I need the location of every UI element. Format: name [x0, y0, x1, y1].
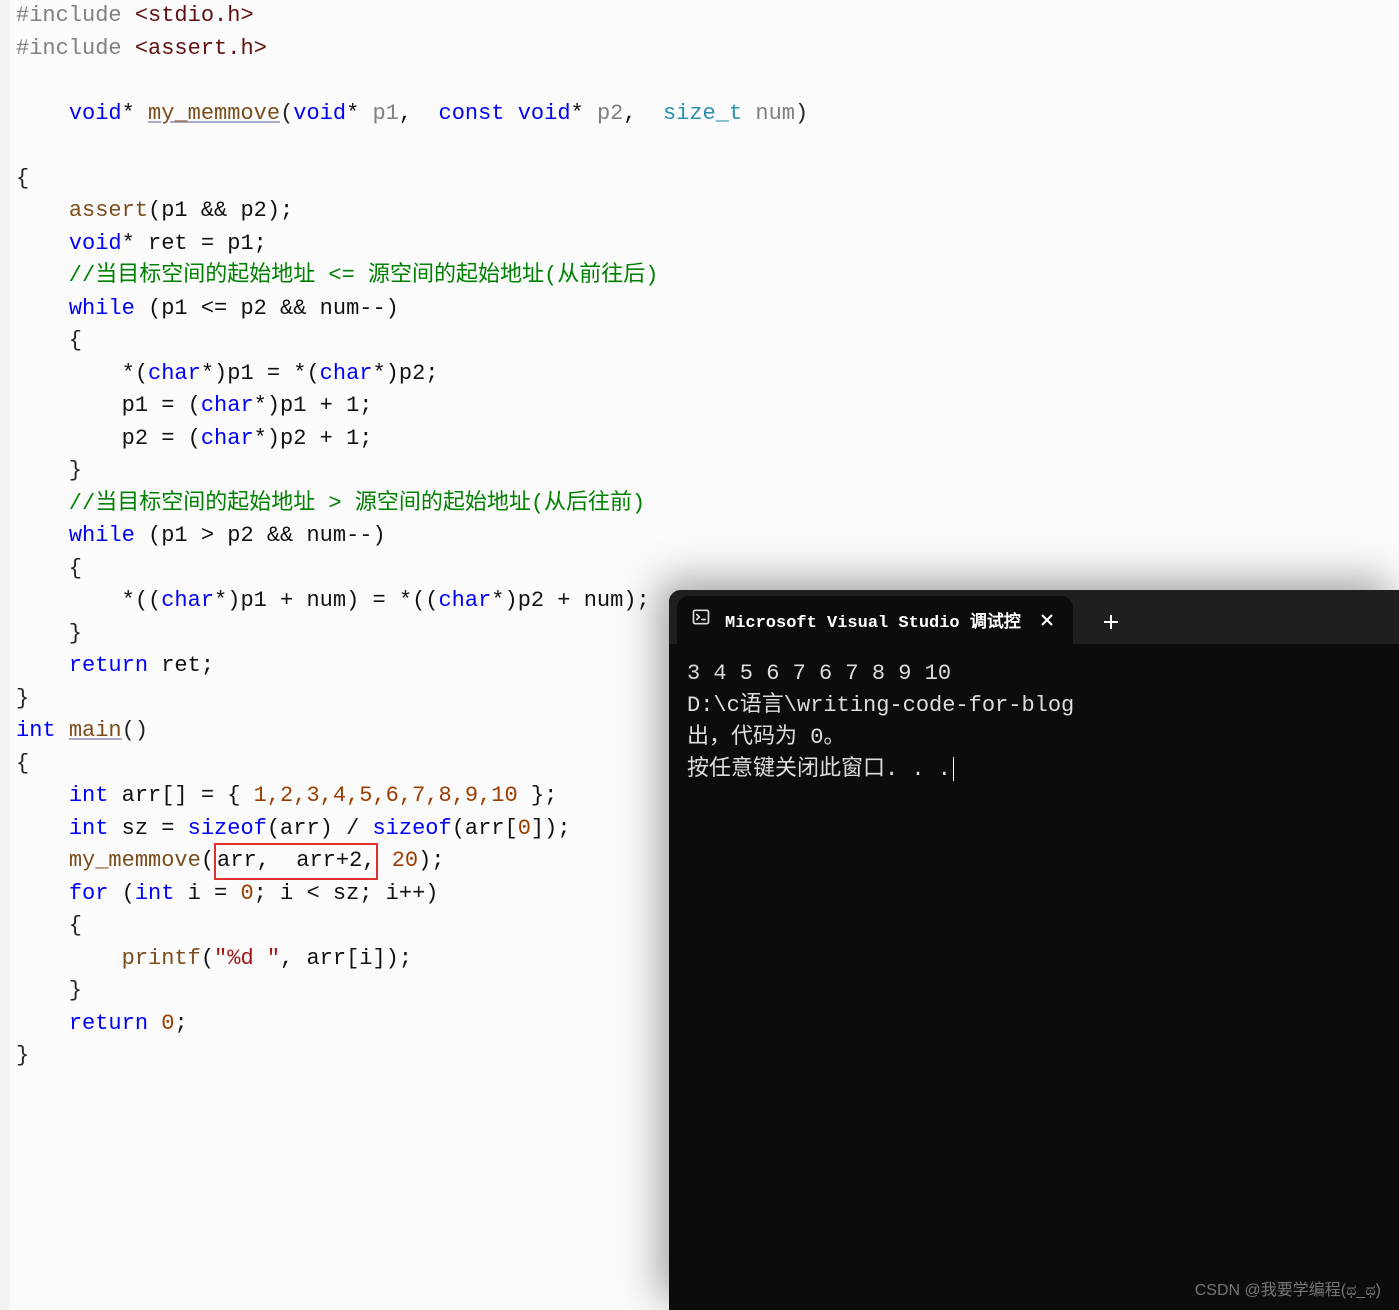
comment-line: //当目标空间的起始地址 <= 源空间的起始地址(从前往后) [16, 260, 1399, 293]
close-tab-button[interactable] [1035, 608, 1059, 632]
terminal-icon [691, 607, 711, 633]
editor-gutter [0, 0, 10, 1310]
highlighted-args: arr, arr+2, [214, 843, 378, 880]
terminal-line: D:\c语言\writing-code-for-blog [687, 690, 1381, 722]
function-name: main [69, 718, 122, 743]
function-name: my_memmove [148, 101, 280, 126]
comment-line: //当目标空间的起始地址 > 源空间的起始地址(从后往前) [16, 488, 1399, 521]
terminal-tab[interactable]: Microsoft Visual Studio 调试控 [677, 596, 1073, 644]
plus-icon [1103, 614, 1119, 630]
cursor-icon [953, 757, 954, 781]
watermark: CSDN @我要学编程(ಥ_ಥ) [1195, 1276, 1381, 1300]
include-file: <stdio.h> [135, 3, 254, 28]
terminal-window: Microsoft Visual Studio 调试控 3 4 5 6 7 6 … [669, 590, 1399, 1310]
terminal-line: 按任意键关闭此窗口. . . [687, 754, 1381, 786]
preprocessor: #include [16, 36, 135, 61]
new-tab-button[interactable] [1093, 604, 1129, 640]
terminal-titlebar: Microsoft Visual Studio 调试控 [669, 590, 1399, 644]
include-file: <assert.h> [135, 36, 267, 61]
terminal-line: 出，代码为 0。 [687, 722, 1381, 754]
terminal-output[interactable]: 3 4 5 6 7 6 7 8 9 10 D:\c语言\writing-code… [669, 644, 1399, 800]
terminal-line: 3 4 5 6 7 6 7 8 9 10 [687, 658, 1381, 690]
close-icon [1040, 613, 1054, 627]
preprocessor: #include [16, 3, 135, 28]
terminal-tab-title: Microsoft Visual Studio 调试控 [725, 607, 1021, 633]
